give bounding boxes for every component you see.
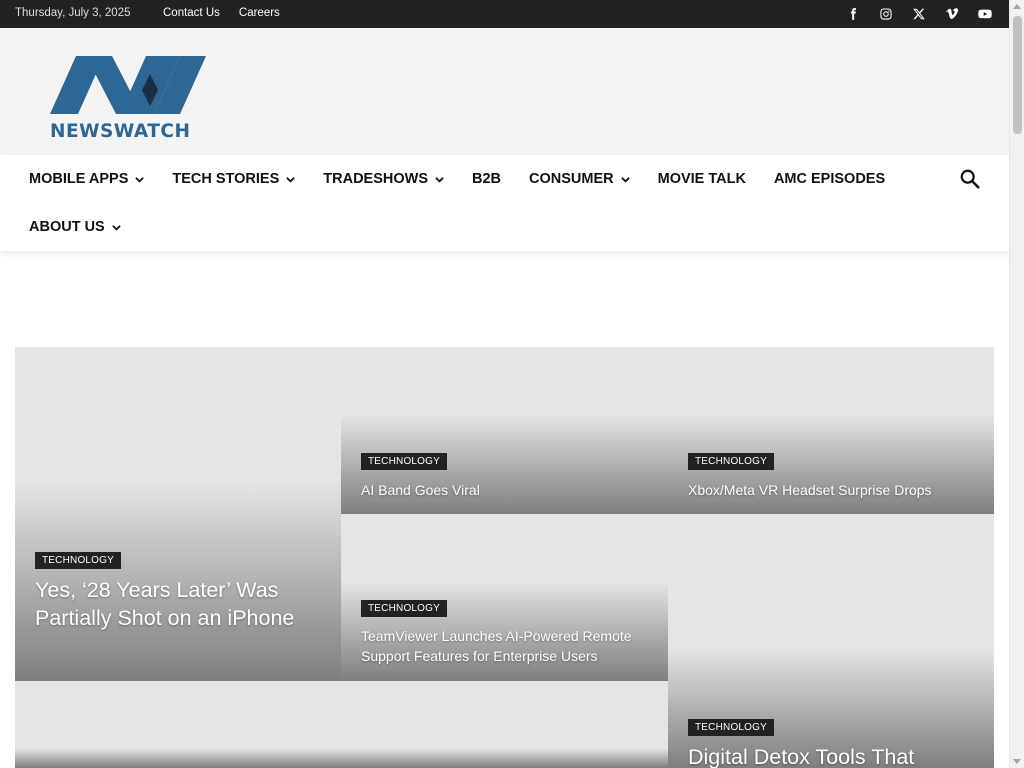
article-card[interactable]: TECHNOLOGY Xbox/Meta VR Headset Surprise… (668, 347, 994, 514)
article-card[interactable]: TECHNOLOGY TeamViewer Launches AI-Powere… (341, 514, 668, 681)
chevron-down-icon (286, 176, 296, 183)
nav-item-label: MOBILE APPS (29, 171, 129, 187)
article-title[interactable]: TeamViewer Launches AI-Powered Remote Su… (361, 626, 651, 666)
scroll-up-icon[interactable] (1013, 4, 1021, 9)
careers-link[interactable]: Careers (239, 7, 280, 19)
nav-item-movie-talk[interactable]: MOVIE TALK (658, 171, 746, 187)
top-bar: Thursday, July 3, 2025 Contact Us Career… (0, 0, 1009, 28)
facebook-icon[interactable] (843, 4, 863, 24)
instagram-icon[interactable] (876, 4, 896, 24)
category-badge[interactable]: TECHNOLOGY (361, 453, 448, 470)
article-card[interactable]: TECHNOLOGY Digital Detox Tools That (668, 514, 994, 768)
youtube-icon[interactable] (975, 4, 995, 24)
nav-row: ABOUT US (29, 203, 149, 251)
article-title[interactable]: Digital Detox Tools That (688, 743, 978, 768)
article-card[interactable] (15, 681, 668, 768)
page-scrollbar[interactable] (1009, 0, 1024, 768)
category-badge[interactable]: TECHNOLOGY (35, 552, 122, 569)
nav-item-label: AMC EPISODES (773, 171, 886, 187)
article-title[interactable]: Yes, ‘28 Years Later’ Was Partially Shot… (35, 576, 295, 632)
featured-article-card[interactable]: TECHNOLOGY Yes, ‘28 Years Later’ Was Par… (15, 347, 341, 681)
nav-item-tradeshows[interactable]: TRADESHOWS (323, 171, 444, 187)
chevron-down-icon (135, 176, 145, 183)
category-badge[interactable]: TECHNOLOGY (688, 719, 775, 736)
nav-item-tech-stories[interactable]: TECH STORIES (172, 171, 296, 187)
nav-item-mobile-apps[interactable]: MOBILE APPS (29, 171, 145, 187)
vimeo-icon[interactable] (942, 4, 962, 24)
search-icon[interactable] (959, 168, 981, 190)
x-icon[interactable] (909, 4, 929, 24)
category-badge[interactable]: TECHNOLOGY (361, 600, 448, 617)
main-nav: MOBILE APPS TECH STORIES TRADESHOWS B2B … (0, 155, 1009, 251)
category-badge[interactable]: TECHNOLOGY (688, 453, 775, 470)
chevron-down-icon (435, 176, 444, 183)
nav-item-amc-episodes[interactable]: AMC EPISODES (774, 171, 885, 187)
social-links (843, 4, 995, 24)
article-card[interactable]: TECHNOLOGY AI Band Goes Viral (341, 347, 668, 514)
article-title[interactable]: AI Band Goes Viral (361, 481, 651, 499)
nav-item-consumer[interactable]: CONSUMER (529, 171, 630, 187)
nav-item-label: ABOUT US (29, 219, 105, 235)
chevron-down-icon (111, 224, 121, 231)
nav-row: MOBILE APPS TECH STORIES TRADESHOWS B2B … (29, 155, 913, 203)
contact-us-link[interactable]: Contact Us (163, 7, 220, 19)
nav-item-label: CONSUMER (529, 171, 614, 187)
site-header: NEWSWATCH (0, 28, 1009, 155)
nav-item-b2b[interactable]: B2B (472, 171, 501, 187)
nav-item-label: MOVIE TALK (657, 171, 746, 187)
article-title[interactable]: Xbox/Meta VR Headset Surprise Drops (688, 481, 978, 499)
featured-grid: TECHNOLOGY Yes, ‘28 Years Later’ Was Par… (15, 347, 994, 768)
scroll-down-icon[interactable] (1013, 759, 1021, 764)
nav-item-label: TECH STORIES (172, 171, 280, 187)
logo-wordmark: NEWSWATCH (50, 121, 191, 142)
chevron-down-icon (620, 176, 630, 183)
nav-item-about-us[interactable]: ABOUT US (29, 219, 121, 235)
top-links: Contact Us Careers (163, 7, 280, 19)
nav-item-label: TRADESHOWS (323, 171, 428, 187)
current-date: Thursday, July 3, 2025 (15, 7, 131, 19)
image-overlay (15, 748, 668, 768)
nav-item-label: B2B (472, 171, 502, 187)
scrollbar-thumb[interactable] (1013, 16, 1022, 134)
